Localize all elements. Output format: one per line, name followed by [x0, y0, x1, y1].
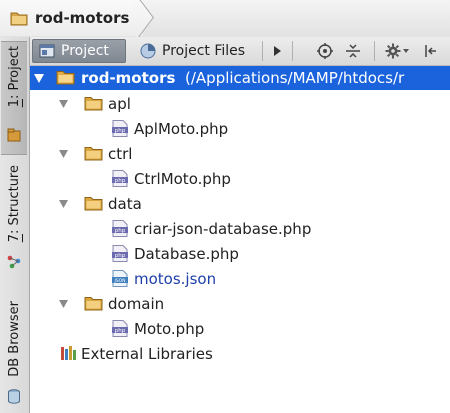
- php-file-icon: php: [112, 220, 128, 237]
- toolbar-separator: [262, 41, 263, 61]
- settings-button[interactable]: [384, 42, 410, 60]
- tree-external-libraries[interactable]: External Libraries: [30, 341, 450, 366]
- project-icon: [7, 128, 21, 142]
- svg-text:JSON: JSON: [113, 278, 125, 284]
- sidebar-tab-structure-label: 7: Structure: [6, 165, 22, 243]
- expanded-arrow-icon[interactable]: [57, 198, 69, 210]
- sidebar-tab-db-browser[interactable]: DB Browser: [1, 295, 27, 407]
- tree-folder-domain[interactable]: domain: [30, 291, 450, 316]
- sidebar-tab-project[interactable]: 1: Project: [1, 41, 27, 155]
- folder-icon: [84, 197, 103, 211]
- expanded-arrow-icon[interactable]: [57, 298, 69, 310]
- tree-folder-apl[interactable]: apl: [30, 91, 450, 116]
- tree-folder-label: data: [108, 194, 142, 213]
- scroll-from-source-button[interactable]: [316, 42, 334, 60]
- tree-file-ctrlmoto[interactable]: php CtrlMoto.php: [30, 166, 450, 191]
- tree-folder-label: ctrl: [108, 144, 133, 163]
- folder-icon: [56, 71, 75, 85]
- navigation-bar: rod-motors: [0, 0, 450, 38]
- tree-file-label: AplMoto.php: [134, 119, 229, 138]
- hide-panel-icon: [425, 45, 436, 57]
- play-arrow-icon: [274, 46, 281, 56]
- toolbar-separator: [292, 41, 293, 61]
- tree-file-label: motos.json: [134, 269, 217, 288]
- tree-external-libraries-label: External Libraries: [81, 344, 213, 363]
- svg-text:php: php: [115, 228, 126, 234]
- tree-folder-data[interactable]: data: [30, 191, 450, 216]
- sidebar-tab-project-label: 1: Project: [6, 46, 22, 108]
- more-views-button[interactable]: [268, 42, 286, 60]
- tree-file-moto[interactable]: php Moto.php: [30, 316, 450, 341]
- tree-file-motos-json[interactable]: JSON motos.json: [30, 266, 450, 291]
- folder-icon: [84, 97, 103, 111]
- folder-icon: [84, 147, 103, 161]
- tab-project-files-label: Project Files: [162, 43, 246, 59]
- sidebar-tab-db-browser-label: DB Browser: [6, 301, 22, 377]
- structure-icon: [7, 255, 21, 269]
- sidebar-tab-structure[interactable]: 7: Structure: [1, 161, 27, 273]
- dropdown-arrow-icon: [403, 49, 409, 53]
- library-icon: [61, 346, 76, 360]
- tree-root-name: rod-motors: [81, 69, 176, 87]
- breadcrumb[interactable]: rod-motors: [0, 0, 144, 36]
- toolbar-separator: [374, 41, 375, 61]
- tree-file-criar-json-database[interactable]: php criar-json-database.php: [30, 216, 450, 241]
- collapse-all-button[interactable]: [344, 42, 362, 60]
- tab-project[interactable]: Project: [32, 39, 126, 63]
- svg-text:php: php: [115, 128, 126, 134]
- folder-icon: [10, 12, 28, 25]
- folder-icon: [84, 297, 103, 311]
- tree-file-label: Database.php: [134, 244, 239, 263]
- tree-root-path: (/Applications/MAMP/htdocs/r: [185, 69, 405, 87]
- tree-file-aplmoto[interactable]: php AplMoto.php: [30, 116, 450, 141]
- hide-panel-button[interactable]: [422, 42, 440, 60]
- tree-root-row[interactable]: rod-motors (/Applications/MAMP/htdocs/r: [30, 66, 450, 90]
- pie-chart-icon: [140, 43, 156, 59]
- svg-text:php: php: [115, 253, 126, 259]
- php-file-icon: php: [112, 170, 128, 187]
- expanded-arrow-icon[interactable]: [33, 72, 45, 84]
- tab-project-label: Project: [61, 43, 109, 59]
- tree-folder-label: domain: [108, 294, 165, 313]
- php-file-icon: php: [112, 245, 128, 262]
- tree-file-label: Moto.php: [134, 319, 205, 338]
- tool-window-strip: 1: Project 7: Structure DB Browser: [0, 37, 30, 413]
- expanded-arrow-icon[interactable]: [57, 148, 69, 160]
- svg-text:php: php: [115, 328, 126, 334]
- tree-file-label: CtrlMoto.php: [134, 169, 231, 188]
- project-tree: rod-motors (/Applications/MAMP/htdocs/r …: [30, 66, 450, 413]
- project-toolbar: Project Project Files: [30, 37, 450, 66]
- breadcrumb-project[interactable]: rod-motors: [35, 9, 129, 27]
- expanded-arrow-icon[interactable]: [57, 98, 69, 110]
- tree-file-label: criar-json-database.php: [134, 219, 312, 238]
- gear-icon: [385, 43, 401, 59]
- project-view-icon: [39, 44, 55, 58]
- tree-folder-label: apl: [108, 94, 131, 113]
- tree-folder-ctrl[interactable]: ctrl: [30, 141, 450, 166]
- php-file-icon: php: [112, 320, 128, 337]
- json-file-icon: JSON: [112, 270, 128, 287]
- crosshair-icon: [317, 43, 333, 59]
- tab-project-files[interactable]: Project Files: [134, 39, 258, 63]
- php-file-icon: php: [112, 120, 128, 137]
- database-icon: [8, 389, 20, 404]
- tree-file-database[interactable]: php Database.php: [30, 241, 450, 266]
- svg-text:php: php: [115, 178, 126, 184]
- collapse-icon: [346, 44, 360, 58]
